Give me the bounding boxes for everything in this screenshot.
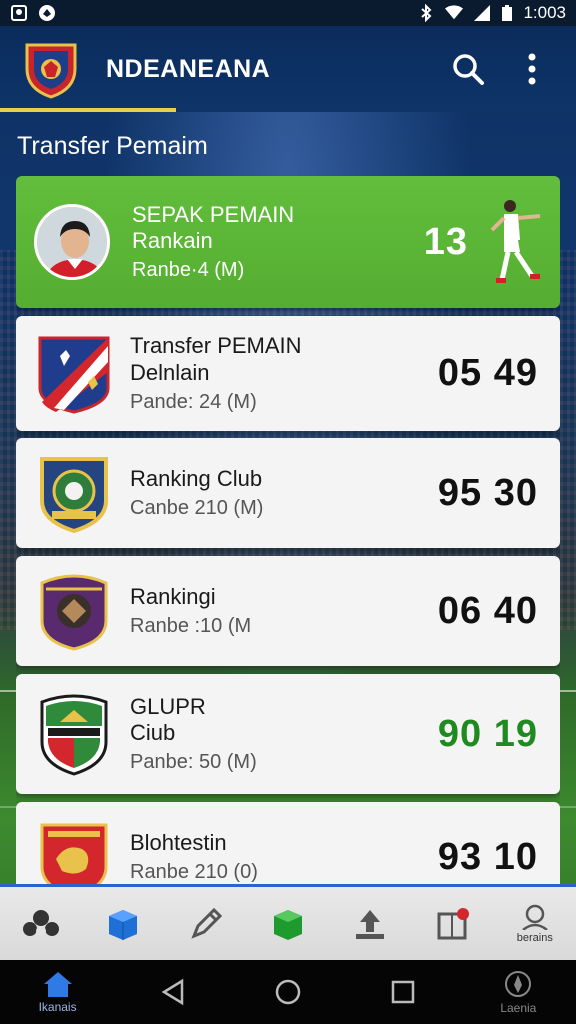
home-circle-icon — [275, 979, 301, 1005]
transfer-list[interactable]: SEPAK PEMAIN Rankain Ranbe·4 (M) 13 Tran — [16, 176, 560, 884]
card-detail: Canbe 210 (M) — [130, 497, 264, 520]
card-title: GLUPR — [130, 693, 206, 719]
tab-profile[interactable]: berains — [503, 894, 567, 954]
card-detail: Pande: 24 (M) — [130, 390, 257, 413]
tab-notifications[interactable] — [421, 894, 485, 954]
recents-icon — [391, 980, 415, 1004]
battery-icon — [502, 5, 513, 21]
active-tab-indicator — [0, 108, 176, 112]
card-detail: Ranbe·4 (M) — [132, 259, 245, 282]
card-subtitle: Ciub — [130, 720, 176, 745]
photo-icon — [11, 5, 27, 21]
upload-icon — [356, 909, 385, 939]
card-title: SEPAK PEMAIN — [132, 201, 295, 227]
notification-icon — [39, 5, 55, 21]
card-score: 95 30 — [437, 471, 538, 514]
club-crest-logo — [25, 43, 77, 99]
tab-blue-cube[interactable] — [91, 894, 155, 954]
card-detail: Panbe: 50 (M) — [130, 751, 257, 774]
tab-people[interactable] — [9, 894, 73, 954]
club-badge-icon — [38, 336, 110, 414]
list-item[interactable]: Ranking Club Canbe 210 (M) 95 30 — [16, 438, 560, 548]
nav-extra-button[interactable]: Laenia — [483, 960, 553, 1024]
tab-upload[interactable] — [338, 894, 402, 954]
list-item[interactable]: GLUPR Ciub Panbe: 50 (M) 90 19 — [16, 674, 560, 794]
bottom-tab-bar: berains — [0, 884, 576, 960]
card-title: Ranking Club — [130, 465, 263, 491]
club-badge-icon — [40, 694, 108, 776]
compass-icon — [505, 971, 532, 997]
tab-profile-label: berains — [516, 931, 553, 944]
card-score: 06 40 — [437, 589, 538, 632]
nav-recents-button[interactable] — [368, 960, 438, 1024]
home-icon — [43, 972, 72, 997]
profile-icon — [522, 904, 548, 930]
player-avatar — [34, 204, 110, 280]
nav-extra-label: Laenia — [500, 1001, 537, 1015]
status-time: 1:003 — [523, 3, 566, 22]
status-bar: 1:003 — [0, 0, 576, 26]
search-icon — [453, 54, 484, 85]
list-item[interactable]: Rankingi Ranbe :10 (M 06 40 — [16, 556, 560, 666]
club-badge-icon — [40, 574, 108, 651]
list-item-featured[interactable]: SEPAK PEMAIN Rankain Ranbe·4 (M) 13 — [16, 176, 560, 308]
card-title: Rankingi — [130, 583, 216, 609]
list-item[interactable]: Transfer PEMAIN Delnlain Pande: 24 (M) 0… — [16, 316, 560, 431]
signal-icon — [474, 5, 491, 21]
card-detail: Ranbe 210 (0) — [130, 861, 258, 884]
blue-cube-icon — [109, 909, 138, 940]
card-title: Transfer PEMAIN — [130, 333, 302, 359]
card-subtitle: Rankain — [132, 228, 213, 253]
card-title: Blohtestin — [130, 829, 227, 855]
card-score: 93 10 — [437, 835, 538, 878]
nav-home-circle-button[interactable] — [253, 960, 323, 1024]
card-detail: Ranbe :10 (M — [130, 615, 252, 638]
bluetooth-icon — [421, 4, 432, 22]
club-badge-icon — [40, 823, 108, 884]
card-score: 05 49 — [437, 352, 538, 394]
pen-icon — [191, 907, 222, 939]
card-score: 13 — [423, 220, 468, 263]
app-bar: NDEANEANA — [0, 26, 576, 112]
list-item[interactable]: Blohtestin Ranbe 210 (0) 93 10 — [16, 802, 560, 884]
app-title: NDEANEANA — [106, 54, 271, 83]
nav-back-button[interactable] — [138, 960, 208, 1024]
system-nav-bar: Ikanais Laenia — [0, 960, 576, 1024]
card-subtitle: Delnlain — [130, 359, 210, 385]
search-button[interactable] — [446, 47, 490, 91]
player-kick-icon — [490, 200, 541, 283]
more-vert-icon — [528, 53, 536, 85]
more-options-button[interactable] — [510, 47, 554, 91]
green-cube-icon — [273, 909, 302, 940]
nav-home-button[interactable]: Ikanais — [23, 960, 93, 1024]
tab-edit[interactable] — [174, 894, 238, 954]
notification-book-icon — [437, 907, 469, 939]
nav-home-label: Ikanais — [38, 1000, 77, 1014]
wifi-icon — [445, 5, 464, 20]
people-icon — [23, 909, 60, 936]
section-title: Transfer Pemaim — [17, 132, 208, 160]
club-badge-icon — [40, 457, 108, 534]
card-score: 90 19 — [437, 712, 538, 755]
back-icon — [161, 978, 184, 1006]
tab-green-cube[interactable] — [256, 894, 320, 954]
